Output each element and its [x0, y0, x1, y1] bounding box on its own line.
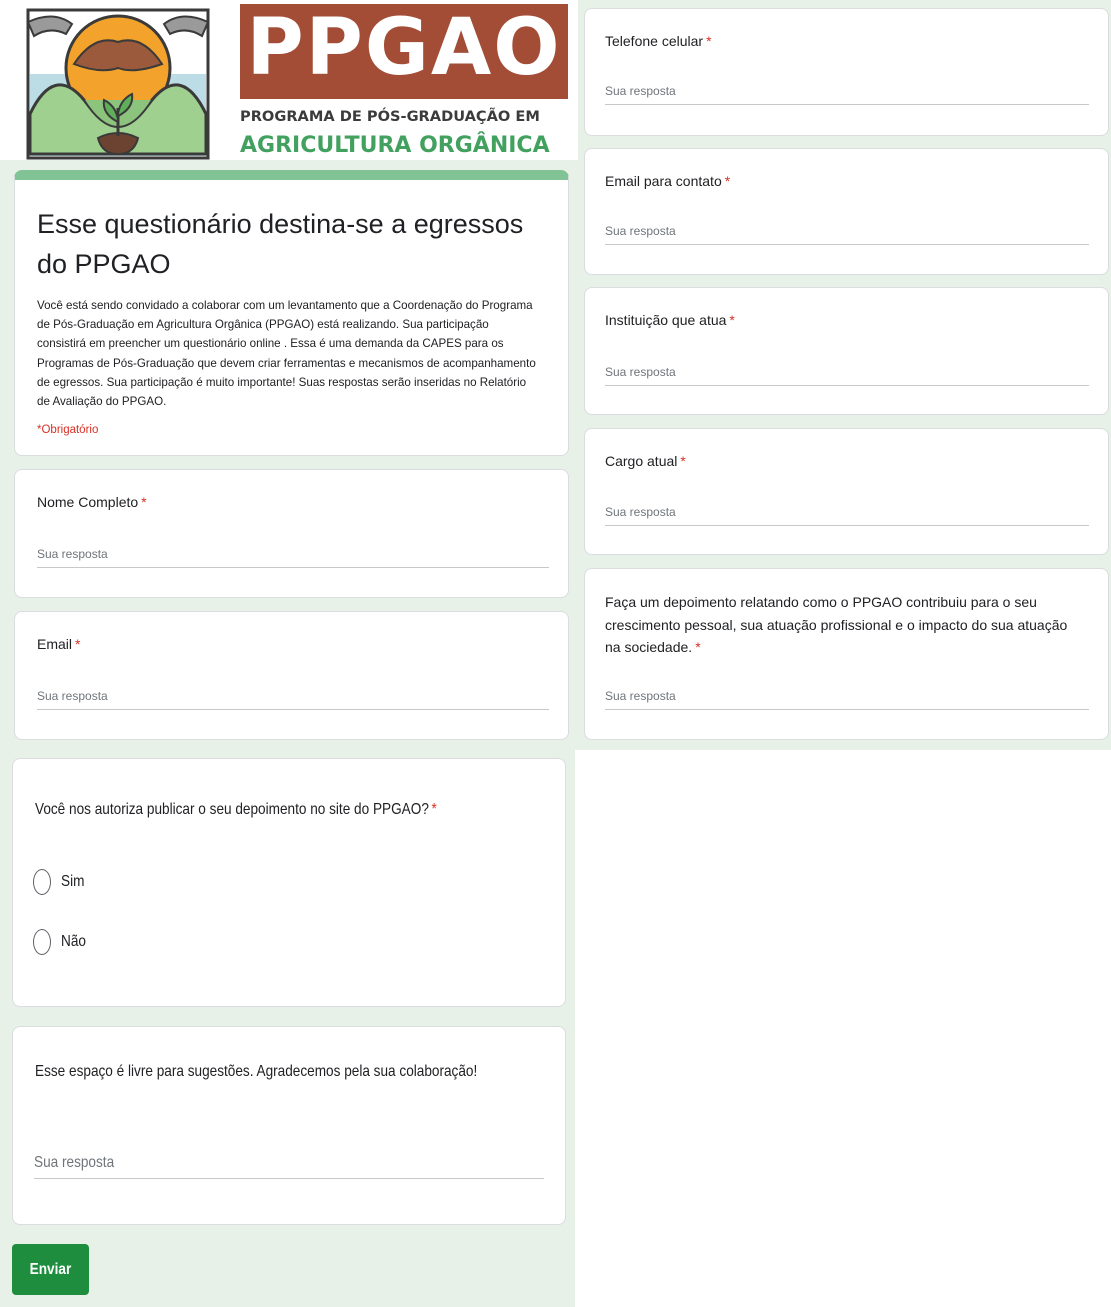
form-description: Você está sendo convidado a colaborar co…	[37, 299, 536, 409]
answer-input-nome[interactable]: Sua resposta	[37, 544, 549, 568]
radio-label-nao: Não	[61, 933, 86, 950]
answer-placeholder: Sua resposta	[605, 505, 676, 519]
required-note: *Obrigatório	[37, 424, 99, 436]
question-label-telefone: Telefone celular *	[605, 33, 712, 49]
logo-program-line: PROGRAMA DE PÓS-GRADUAÇÃO EM	[240, 108, 540, 125]
answer-input-depoimento[interactable]: Sua resposta	[605, 686, 1089, 710]
answer-placeholder: Sua resposta	[605, 365, 676, 379]
required-asterisk: *	[141, 494, 147, 510]
question-label-autoriza: Você nos autoriza publicar o seu depoime…	[35, 801, 437, 818]
required-asterisk: *	[724, 173, 731, 189]
question-label-depoimento: Faça um depoimento relatando como o PPGA…	[605, 594, 1068, 655]
question-card-nome: Nome Completo * Sua resposta	[14, 469, 569, 598]
question-card-telefone: Telefone celular * Sua resposta	[584, 8, 1109, 136]
required-asterisk: *	[695, 639, 701, 655]
required-asterisk: *	[75, 636, 81, 652]
radio-option-nao[interactable]: Não	[33, 927, 90, 957]
form-title: Esse questionário destina-se a egressos …	[37, 209, 524, 279]
answer-input-email[interactable]: Sua resposta	[37, 686, 549, 710]
answer-placeholder: Sua resposta	[37, 547, 108, 561]
radio-button[interactable]	[33, 929, 51, 955]
question-card-cargo: Cargo atual * Sua resposta	[584, 428, 1109, 555]
ppgao-logo-banner: PPGAO PROGRAMA DE PÓS-GRADUAÇÃO EM AGRIC…	[14, 3, 570, 160]
question-card-email-contato: Email para contato * Sua resposta	[584, 148, 1109, 275]
answer-placeholder: Sua resposta	[605, 224, 676, 238]
answer-input-instituicao[interactable]: Sua resposta	[605, 362, 1089, 386]
submit-label: Enviar	[29, 1260, 72, 1278]
required-asterisk: *	[729, 312, 735, 328]
form-header-card: Esse questionário destina-se a egressos …	[14, 170, 569, 456]
logo-acronym: PPGAO	[246, 3, 562, 93]
question-label-cargo: Cargo atual *	[605, 453, 686, 469]
answer-placeholder: Sua resposta	[34, 1154, 115, 1171]
answer-input-cargo[interactable]: Sua resposta	[605, 502, 1089, 526]
radio-label-sim: Sim	[61, 873, 85, 890]
radio-button[interactable]	[33, 869, 51, 895]
answer-input-email-contato[interactable]: Sua resposta	[605, 221, 1089, 245]
question-label-instituicao: Instituição que atua *	[605, 312, 735, 328]
required-asterisk: *	[680, 453, 686, 469]
ppgao-emblem-icon	[26, 8, 210, 160]
answer-placeholder: Sua resposta	[37, 689, 108, 703]
answer-placeholder: Sua resposta	[605, 84, 676, 98]
question-card-instituicao: Instituição que atua * Sua resposta	[584, 287, 1109, 415]
submit-button[interactable]: Enviar	[12, 1244, 89, 1295]
question-card-depoimento: Faça um depoimento relatando como o PPGA…	[584, 568, 1109, 740]
answer-placeholder: Sua resposta	[605, 689, 676, 703]
question-label-nome: Nome Completo *	[37, 494, 147, 510]
question-card-autoriza: Você nos autoriza publicar o seu depoime…	[12, 758, 566, 1007]
question-label-sugestoes: Esse espaço é livre para sugestões. Agra…	[35, 1063, 478, 1080]
question-label-email-contato: Email para contato *	[605, 173, 731, 189]
question-card-email: Email * Sua resposta	[14, 611, 569, 740]
radio-option-sim[interactable]: Sim	[33, 867, 89, 897]
question-card-sugestoes: Esse espaço é livre para sugestões. Agra…	[12, 1026, 566, 1225]
required-asterisk: *	[431, 801, 437, 818]
logo-agriculture-line: AGRICULTURA ORGÂNICA	[240, 133, 550, 158]
question-label-email: Email *	[37, 636, 81, 652]
answer-input-telefone[interactable]: Sua resposta	[605, 81, 1089, 105]
answer-input-sugestoes[interactable]: Sua resposta	[34, 1147, 544, 1179]
required-asterisk: *	[706, 33, 712, 49]
